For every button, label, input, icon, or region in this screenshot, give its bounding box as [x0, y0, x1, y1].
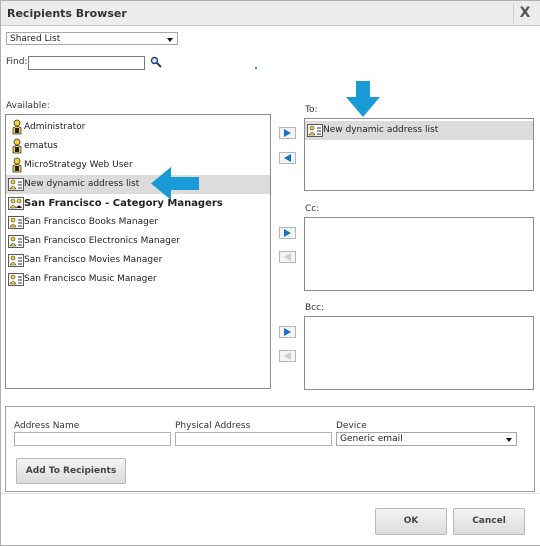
to-label: To:	[305, 105, 318, 115]
device-select[interactable]: Generic email	[336, 432, 517, 446]
list-item-label: San Francisco Electronics Manager	[24, 236, 181, 246]
cancel-button[interactable]: Cancel	[453, 508, 525, 535]
add-to-bcc-button[interactable]	[279, 326, 296, 338]
cc-list[interactable]	[304, 217, 534, 291]
chevron-down-icon	[167, 38, 173, 42]
to-list[interactable]: New dynamic address list	[304, 118, 534, 191]
cc-label: Cc:	[305, 204, 320, 214]
physical-address-label: Physical Address	[175, 421, 251, 431]
stray-dot	[255, 67, 257, 69]
list-item[interactable]: ematus	[6, 137, 270, 156]
source-select-value: Shared List	[10, 34, 61, 44]
source-select[interactable]: Shared List	[6, 32, 178, 45]
recipients-browser-dialog: Recipients Browser X Shared List Find: A…	[0, 0, 540, 546]
list-item-label: San Francisco Music Manager	[24, 274, 157, 284]
address-name-input[interactable]	[14, 432, 171, 446]
find-input[interactable]	[28, 56, 145, 70]
search-icon[interactable]	[150, 56, 162, 68]
title-bar: Recipients Browser X	[1, 1, 540, 26]
list-item-label: New dynamic address list	[24, 179, 140, 189]
add-to-cc-button[interactable]	[279, 227, 296, 239]
list-item[interactable]: San Francisco - Category Managers	[6, 194, 270, 213]
list-item[interactable]: San Francisco Books Manager	[6, 213, 270, 232]
add-to-to-button[interactable]	[279, 127, 296, 139]
ok-button[interactable]: OK	[375, 508, 447, 535]
list-item[interactable]: San Francisco Electronics Manager	[6, 232, 270, 251]
list-item-label: San Francisco Movies Manager	[24, 255, 163, 265]
list-item[interactable]: San Francisco Movies Manager	[6, 251, 270, 270]
dialog-title: Recipients Browser	[7, 7, 127, 20]
remove-from-to-button[interactable]	[279, 152, 296, 164]
list-item-label: Administrator	[24, 122, 86, 132]
dynamic-list-icon	[307, 122, 323, 146]
bcc-label: Bcc:	[305, 303, 325, 313]
available-label: Available:	[6, 101, 50, 111]
left-arrow-icon	[151, 167, 199, 200]
list-item-label: New dynamic address list	[323, 125, 439, 135]
down-arrow-icon	[346, 81, 380, 117]
bcc-list[interactable]	[304, 316, 534, 390]
chevron-down-icon	[506, 438, 512, 442]
device-select-value: Generic email	[340, 434, 403, 444]
find-label: Find:	[6, 57, 28, 67]
remove-from-bcc-button[interactable]	[279, 350, 296, 362]
device-label: Device	[336, 421, 367, 431]
close-button[interactable]: X	[513, 3, 536, 23]
contact-icon	[8, 271, 24, 295]
list-item-label: MicroStrategy Web User	[24, 160, 133, 170]
list-item-label: ematus	[24, 141, 58, 151]
list-item[interactable]: San Francisco Music Manager	[6, 270, 270, 289]
list-item[interactable]: New dynamic address list	[6, 175, 270, 194]
list-item[interactable]: New dynamic address list	[305, 121, 533, 140]
physical-address-input[interactable]	[175, 432, 332, 446]
list-item[interactable]: Administrator	[6, 118, 270, 137]
address-panel: Address Name Physical Address Device Gen…	[5, 406, 535, 492]
address-name-label: Address Name	[14, 421, 80, 431]
footer-divider	[1, 493, 540, 494]
remove-from-cc-button[interactable]	[279, 251, 296, 263]
add-to-recipients-button[interactable]: Add To Recipients	[16, 458, 126, 484]
list-item[interactable]: MicroStrategy Web User	[6, 156, 270, 175]
list-item-label: San Francisco Books Manager	[24, 217, 159, 227]
available-list[interactable]: Administrator ematus MicroStrategy Web Use…	[5, 114, 271, 389]
